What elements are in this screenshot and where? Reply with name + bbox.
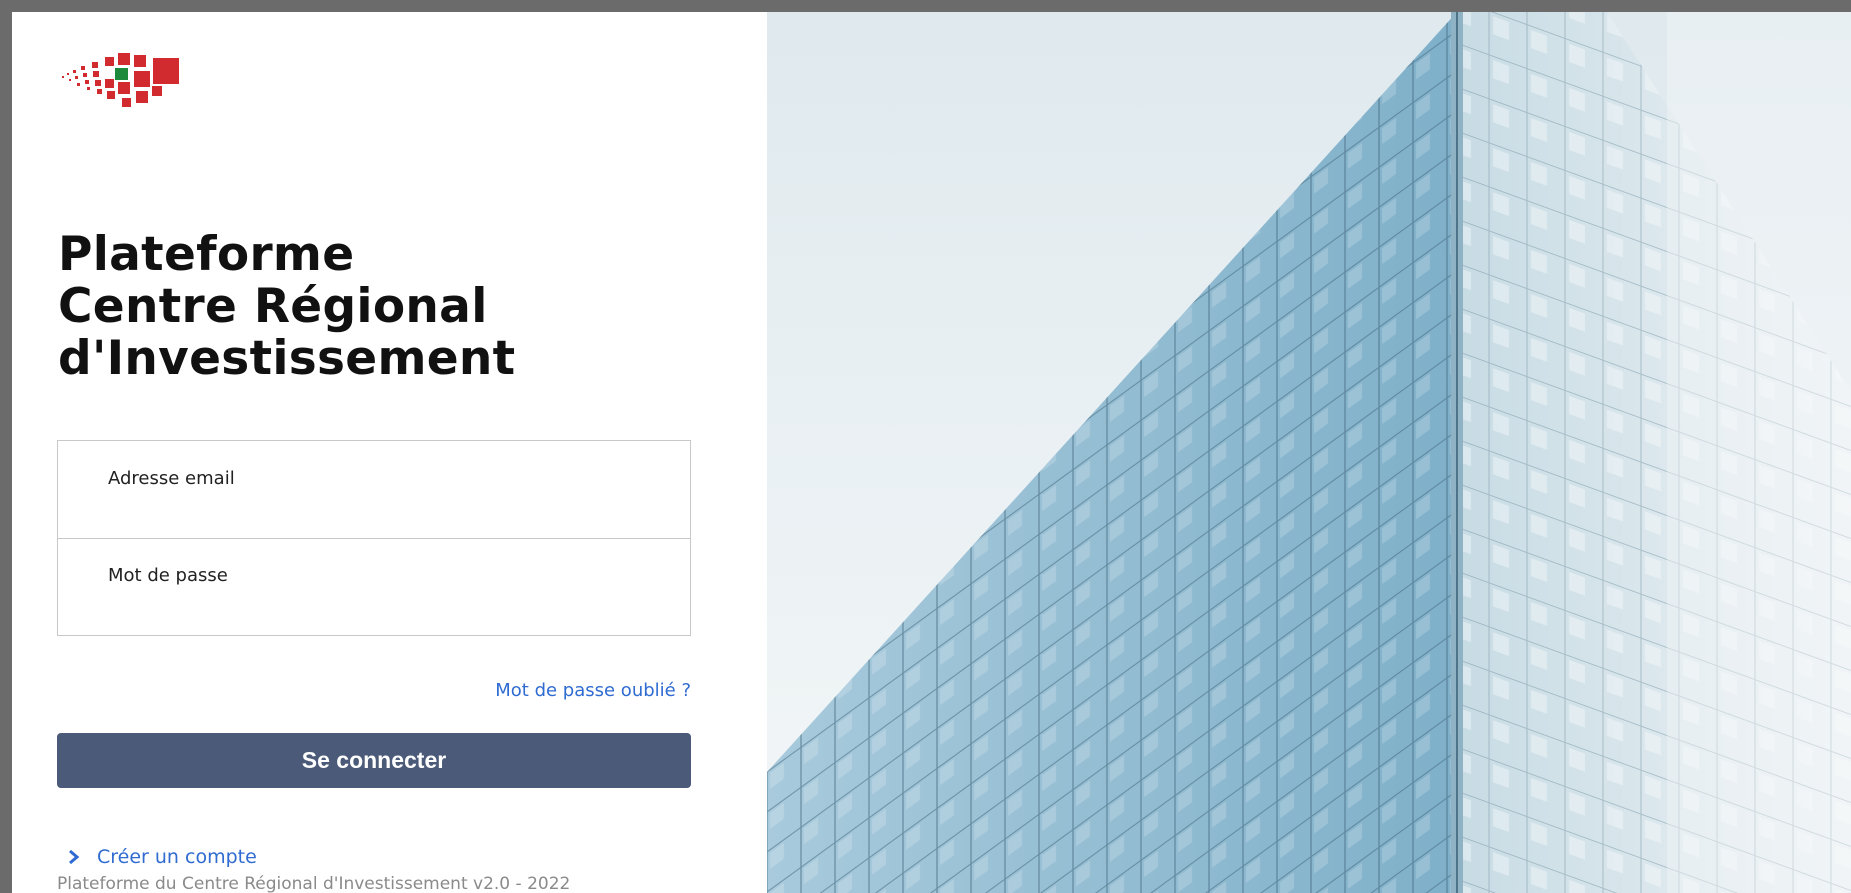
password-label: Mot de passe — [108, 565, 228, 586]
password-input[interactable] — [106, 594, 670, 626]
page-title-line-2: Centre Régional — [58, 279, 488, 334]
page-title: Plateforme Centre Régional d'Investissem… — [58, 229, 515, 385]
login-panel: Plateforme Centre Régional d'Investissem… — [12, 12, 767, 893]
cri-logo — [62, 53, 179, 107]
create-account-label: Créer un compte — [97, 846, 257, 868]
glass-building-illustration — [767, 12, 1851, 893]
forgot-password-link[interactable]: Mot de passe oublié ? — [495, 680, 691, 701]
email-label: Adresse email — [108, 468, 235, 489]
login-button[interactable]: Se connecter — [57, 733, 691, 788]
footer-text: Plateforme du Centre Régional d'Investis… — [57, 874, 571, 893]
hero-building-image — [767, 12, 1851, 893]
email-input[interactable] — [106, 497, 670, 529]
login-form: Adresse email Mot de passe — [57, 440, 691, 636]
chevron-right-icon — [69, 849, 80, 865]
email-field-group[interactable]: Adresse email — [58, 441, 690, 539]
password-field-group[interactable]: Mot de passe — [58, 538, 690, 635]
page-title-line-1: Plateforme — [58, 227, 355, 282]
page-title-line-3: d'Investissement — [58, 331, 516, 386]
login-window: Plateforme Centre Régional d'Investissem… — [12, 12, 1851, 893]
create-account-link[interactable]: Créer un compte — [67, 846, 257, 868]
